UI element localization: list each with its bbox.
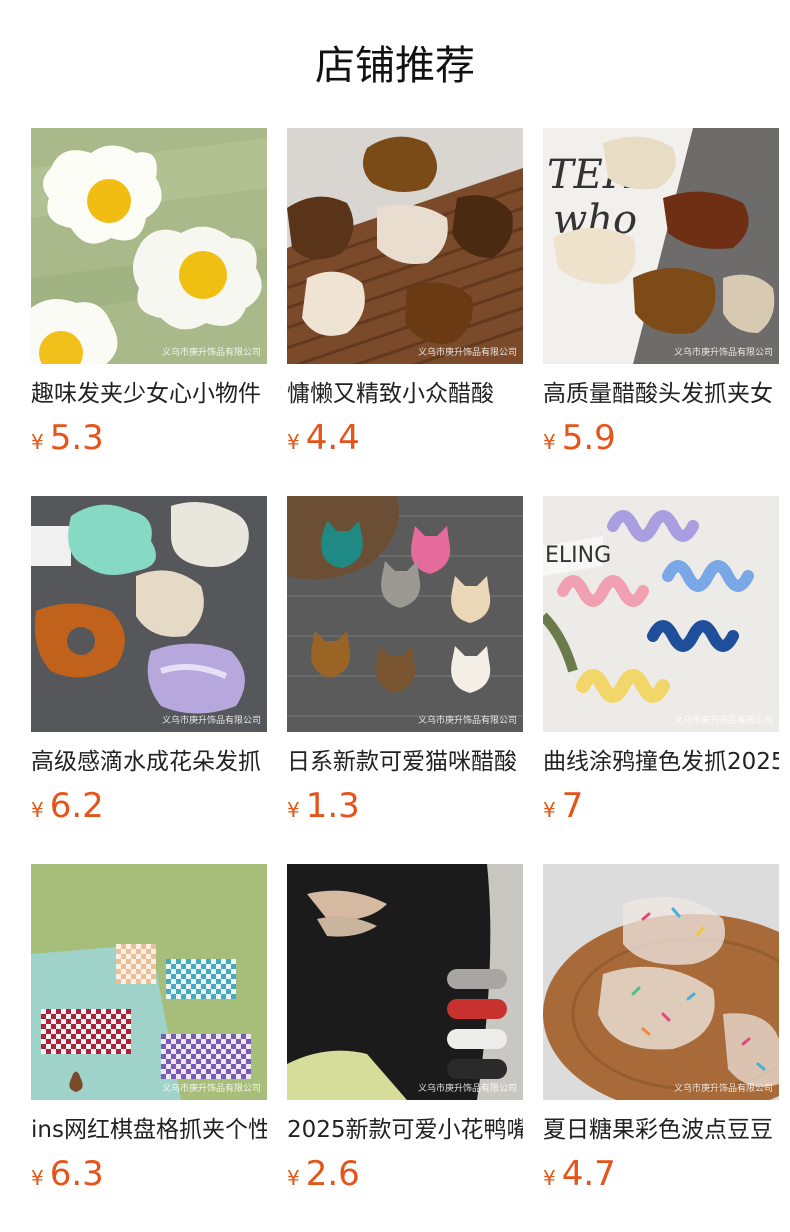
price-value: 7 — [561, 786, 584, 826]
product-grid: 义乌市庚升饰品有限公司 趣味发夹少女心小物件 ¥5.3 义乌市庚升饰品有限公司 … — [31, 128, 779, 1232]
svg-text:ELING: ELING — [545, 543, 611, 568]
product-card[interactable]: 义乌市庚升饰品有限公司 慵懒又精致小众醋酸 ¥4.4 — [287, 128, 523, 496]
product-name[interactable]: 曲线涂鸦撞色发抓2025 — [543, 746, 779, 778]
currency-symbol: ¥ — [287, 430, 300, 454]
product-price: ¥5.3 — [31, 416, 267, 460]
product-name[interactable]: 慵懒又精致小众醋酸 — [287, 378, 523, 410]
product-name[interactable]: 高质量醋酸头发抓夹女 — [543, 378, 779, 410]
product-card[interactable]: 义乌市庚升饰品有限公司 2025新款可爱小花鸭嘴夹 ¥2.6 — [287, 864, 523, 1232]
product-card[interactable]: TER who 义乌市庚升饰品有限公司 高质量醋酸头发抓夹女 ¥5.9 — [543, 128, 779, 496]
product-image[interactable]: 义乌市庚升饰品有限公司 — [31, 864, 267, 1100]
product-image[interactable]: 义乌市庚升饰品有限公司 — [287, 128, 523, 364]
product-name[interactable]: 2025新款可爱小花鸭嘴夹 — [287, 1114, 523, 1146]
watermark: 义乌市庚升饰品有限公司 — [161, 716, 261, 726]
product-name[interactable]: ins网红棋盘格抓夹个性 — [31, 1114, 267, 1146]
product-name[interactable]: 高级感滴水成花朵发抓 — [31, 746, 267, 778]
currency-symbol: ¥ — [31, 1166, 44, 1190]
price-value: 1.3 — [305, 786, 360, 826]
product-card[interactable]: 义乌市庚升饰品有限公司 ins网红棋盘格抓夹个性 ¥6.3 — [31, 864, 267, 1232]
product-image[interactable]: 义乌市庚升饰品有限公司 — [287, 496, 523, 732]
watermark: 义乌市庚升饰品有限公司 — [417, 716, 517, 726]
product-name[interactable]: 夏日糖果彩色波点豆豆 — [543, 1114, 779, 1146]
product-name[interactable]: 日系新款可爱猫咪醋酸 — [287, 746, 523, 778]
product-card[interactable]: 义乌市庚升饰品有限公司 日系新款可爱猫咪醋酸 ¥1.3 — [287, 496, 523, 864]
price-value: 6.2 — [49, 786, 104, 826]
price-value: 4.4 — [305, 418, 360, 458]
currency-symbol: ¥ — [31, 430, 44, 454]
product-image[interactable]: 义乌市庚升饰品有限公司 — [287, 864, 523, 1100]
currency-symbol: ¥ — [31, 798, 44, 822]
watermark: 义乌市庚升饰品有限公司 — [161, 348, 261, 358]
watermark: 义乌市庚升饰品有限公司 — [673, 716, 773, 726]
product-price: ¥4.4 — [287, 416, 523, 460]
watermark: 义乌市庚升饰品有限公司 — [417, 348, 517, 358]
product-price: ¥6.2 — [31, 784, 267, 828]
currency-symbol: ¥ — [543, 1166, 556, 1190]
product-card[interactable]: ELING 义乌市庚升饰品有限公司 曲线涂鸦撞色发抓2025 ¥7 — [543, 496, 779, 864]
watermark: 义乌市庚升饰品有限公司 — [161, 1084, 261, 1094]
watermark: 义乌市庚升饰品有限公司 — [673, 1084, 773, 1094]
product-price: ¥6.3 — [31, 1152, 267, 1196]
product-price: ¥7 — [543, 784, 779, 828]
price-value: 5.9 — [561, 418, 616, 458]
price-value: 2.6 — [305, 1154, 360, 1194]
product-name[interactable]: 趣味发夹少女心小物件 — [31, 378, 267, 410]
product-card[interactable]: 义乌市庚升饰品有限公司 夏日糖果彩色波点豆豆 ¥4.7 — [543, 864, 779, 1232]
product-price: ¥5.9 — [543, 416, 779, 460]
page-title: 店铺推荐 — [315, 43, 475, 89]
currency-symbol: ¥ — [287, 798, 300, 822]
currency-symbol: ¥ — [287, 1166, 300, 1190]
product-image[interactable]: ELING 义乌市庚升饰品有限公司 — [543, 496, 779, 732]
watermark: 义乌市庚升饰品有限公司 — [417, 1084, 517, 1094]
currency-symbol: ¥ — [543, 430, 556, 454]
price-value: 6.3 — [49, 1154, 104, 1194]
product-price: ¥1.3 — [287, 784, 523, 828]
product-image[interactable]: 义乌市庚升饰品有限公司 — [31, 496, 267, 732]
watermark: 义乌市庚升饰品有限公司 — [673, 348, 773, 358]
product-card[interactable]: 义乌市庚升饰品有限公司 高级感滴水成花朵发抓 ¥6.2 — [31, 496, 267, 864]
product-image[interactable]: 义乌市庚升饰品有限公司 — [543, 864, 779, 1100]
product-image[interactable]: TER who 义乌市庚升饰品有限公司 — [543, 128, 779, 364]
product-price: ¥4.7 — [543, 1152, 779, 1196]
product-card[interactable]: 义乌市庚升饰品有限公司 趣味发夹少女心小物件 ¥5.3 — [31, 128, 267, 496]
currency-symbol: ¥ — [543, 798, 556, 822]
price-value: 4.7 — [561, 1154, 616, 1194]
price-value: 5.3 — [49, 418, 104, 458]
product-price: ¥2.6 — [287, 1152, 523, 1196]
product-image[interactable]: 义乌市庚升饰品有限公司 — [31, 128, 267, 364]
